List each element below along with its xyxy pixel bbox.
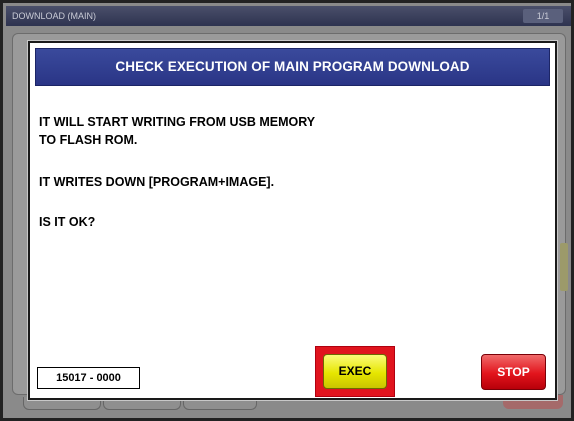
confirm-dialog: CHECK EXECUTION OF MAIN PROGRAM DOWNLOAD…	[28, 41, 557, 400]
dialog-title: CHECK EXECUTION OF MAIN PROGRAM DOWNLOAD	[35, 48, 550, 86]
background-title-bar: DOWNLOAD (MAIN) 1/1	[6, 6, 571, 26]
status-code: 15017 - 0000	[37, 367, 140, 389]
stop-button[interactable]: STOP	[481, 354, 546, 390]
message-line: IT WRITES DOWN [PROGRAM+IMAGE].	[39, 175, 275, 189]
background-button-edge	[560, 243, 568, 291]
exec-button[interactable]: EXEC	[323, 354, 387, 389]
background-page-indicator: 1/1	[523, 9, 563, 23]
background-title: DOWNLOAD (MAIN)	[12, 11, 96, 21]
message-line: TO FLASH ROM.	[39, 133, 138, 147]
message-line: IS IT OK?	[39, 215, 96, 229]
exec-button-highlight: EXEC	[315, 346, 395, 397]
message-line: IT WILL START WRITING FROM USB MEMORY	[39, 115, 316, 129]
device-frame: DOWNLOAD (MAIN) 1/1 CHECK EXECUTION OF M…	[0, 0, 574, 421]
